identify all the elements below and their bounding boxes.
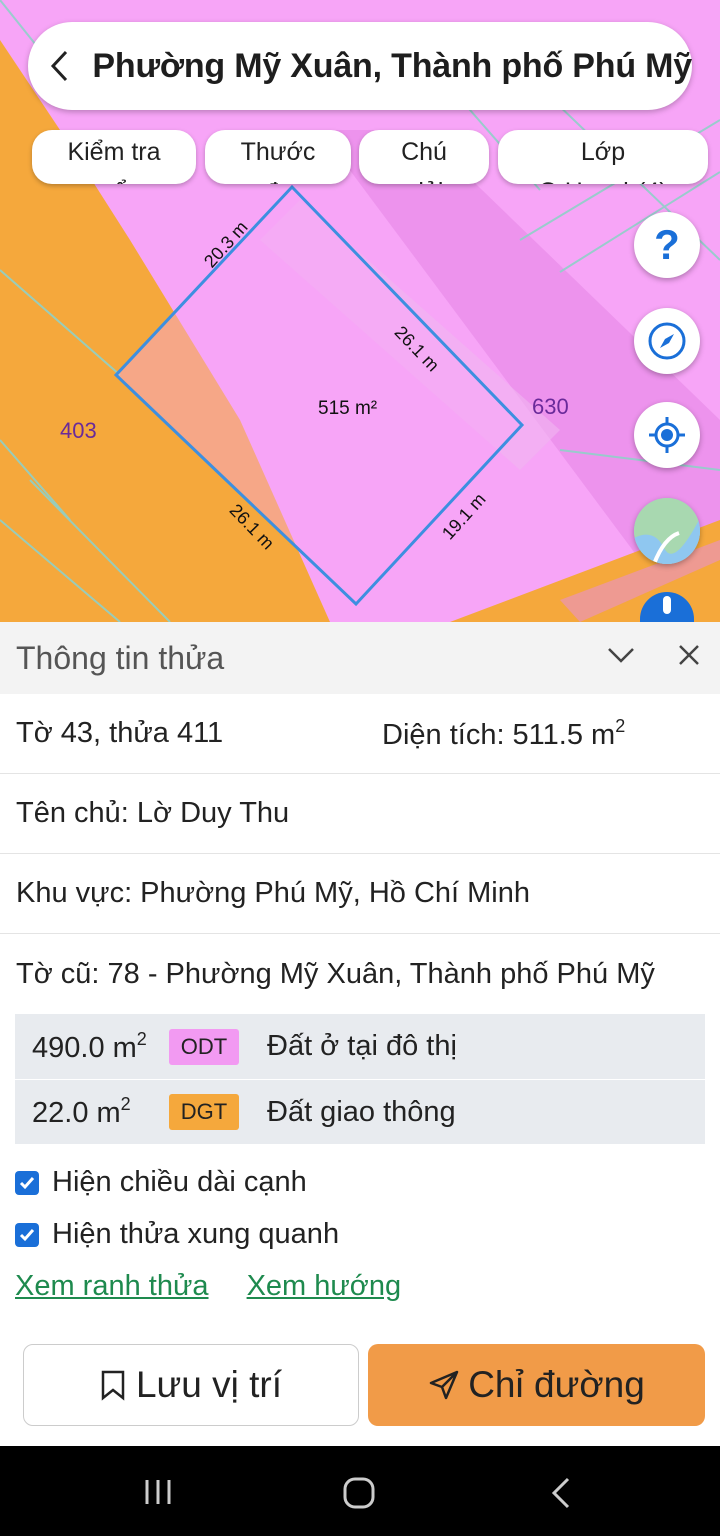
recent-apps-icon[interactable]: [143, 1478, 173, 1506]
chip-label: Lớp: [580, 138, 626, 166]
region-row: Khu vực: Phường Phú Mỹ, Hồ Chí Minh: [0, 854, 720, 934]
show-edge-lengths-option[interactable]: Hiện chiều dài cạnh: [15, 1166, 307, 1199]
chip-label: đo: [205, 172, 351, 184]
land-use-desc: Đất giao thông: [267, 1095, 456, 1128]
owner: Tên chủ: Lờ Duy Thu: [16, 797, 290, 829]
check-book-chip[interactable]: Kiểm tra sổ: [32, 130, 196, 184]
neighbor-parcel-label[interactable]: 403: [60, 418, 97, 444]
parcel-area-label: 515 m²: [318, 398, 378, 419]
panel-links: Xem ranh thửa Xem hướng: [15, 1270, 401, 1303]
compass-button[interactable]: [634, 308, 700, 374]
view-direction-link[interactable]: Xem hướng: [247, 1270, 402, 1302]
checkbox-label: Hiện thửa xung quanh: [52, 1218, 340, 1250]
locate-icon: [649, 417, 685, 453]
chip-label: giải: [359, 172, 489, 184]
save-location-label: Lưu vị trí: [135, 1364, 283, 1405]
close-icon[interactable]: [674, 640, 704, 670]
land-use-code-badge: DGT: [169, 1094, 239, 1130]
chip-label: Q.Hoach(4): [498, 172, 708, 184]
checkbox-checked-icon[interactable]: [15, 1170, 39, 1195]
chevron-left-icon: [51, 50, 68, 82]
location-title-bar[interactable]: Phường Mỹ Xuân, Thành phố Phú Mỹ: [28, 22, 692, 110]
system-nav-bar: [0, 1446, 720, 1536]
region: Khu vực: Phường Phú Mỹ, Hồ Chí Minh: [16, 877, 530, 909]
location-title: Phường Mỹ Xuân, Thành phố Phú Mỹ: [92, 46, 692, 85]
chip-label: Kiểm tra: [67, 138, 161, 166]
sheet-parcel: Tờ 43, thửa 411: [16, 717, 224, 749]
question-icon: ?: [654, 221, 680, 268]
directions-label: Chỉ đường: [468, 1364, 645, 1405]
parcel-area: Diện tích: 511.5 m2: [382, 716, 625, 752]
compass-icon: [648, 322, 686, 360]
chip-label: sổ: [32, 172, 196, 184]
back-button[interactable]: [28, 22, 92, 110]
checkbox-label: Hiện chiều dài cạnh: [52, 1166, 307, 1198]
planning-layer-chip[interactable]: Lớp Q.Hoach(4): [498, 130, 708, 184]
my-location-button[interactable]: [634, 402, 700, 468]
area-unit-sup: 2: [615, 715, 626, 736]
land-use-row: 490.0 m2 ODT Đất ở tại đô thị: [15, 1014, 705, 1079]
parcel-info-panel: Thông tin thửa Tờ 43, thửa 411 Diện tích…: [0, 622, 720, 1446]
bookmark-icon: [101, 1370, 125, 1401]
directions-button[interactable]: Chỉ đường: [368, 1344, 705, 1426]
view-boundary-link[interactable]: Xem ranh thửa: [15, 1270, 209, 1302]
save-location-button[interactable]: Lưu vị trí: [23, 1344, 359, 1426]
old-sheet-row: Tờ cũ: 78 - Phường Mỹ Xuân, Thành phố Ph…: [0, 934, 720, 1014]
show-neighbors-option[interactable]: Hiện thửa xung quanh: [15, 1218, 339, 1251]
land-use-area-value: 490.0 m: [32, 1031, 137, 1064]
checkbox-checked-icon[interactable]: [15, 1222, 39, 1247]
map-layers-icon: [634, 498, 700, 564]
land-use-table: 490.0 m2 ODT Đất ở tại đô thị 22.0 m2 DG…: [15, 1014, 705, 1144]
land-use-area: 22.0 m2: [32, 1094, 131, 1130]
chevron-down-icon[interactable]: [606, 640, 636, 670]
chip-label: Chú: [401, 138, 447, 166]
land-use-row: 22.0 m2 DGT Đất giao thông: [15, 1079, 705, 1144]
help-button[interactable]: ?: [634, 212, 700, 278]
land-use-area: 490.0 m2: [32, 1029, 147, 1065]
map-type-button[interactable]: [634, 498, 700, 564]
old-sheet: Tờ cũ: 78 - Phường Mỹ Xuân, Thành phố Ph…: [16, 957, 655, 990]
send-icon: [429, 1370, 459, 1400]
owner-row: Tên chủ: Lờ Duy Thu: [0, 774, 720, 854]
neighbor-parcel-label[interactable]: 630: [532, 394, 569, 420]
home-icon[interactable]: [343, 1477, 375, 1509]
panel-title: Thông tin thửa: [16, 639, 225, 676]
land-use-area-value: 22.0 m: [32, 1097, 121, 1129]
panel-header: Thông tin thửa: [0, 622, 720, 694]
chip-label: Thước: [240, 138, 316, 166]
legend-chip[interactable]: Chú giải: [359, 130, 489, 184]
ruler-chip[interactable]: Thước đo: [205, 130, 351, 184]
land-use-area-sup: 2: [136, 1028, 147, 1049]
land-use-area-sup: 2: [120, 1094, 131, 1114]
sheet-parcel-row: Tờ 43, thửa 411 Diện tích: 511.5 m2: [0, 694, 720, 774]
land-use-code-badge: ODT: [169, 1028, 239, 1065]
land-use-desc: Đất ở tại đô thị: [267, 1030, 457, 1062]
area-value: Diện tích: 511.5 m: [382, 718, 616, 751]
back-icon[interactable]: [550, 1477, 572, 1509]
map-view[interactable]: 20.3 m 26.1 m 26.1 m 19.1 m 515 m² 403 6…: [0, 0, 720, 622]
